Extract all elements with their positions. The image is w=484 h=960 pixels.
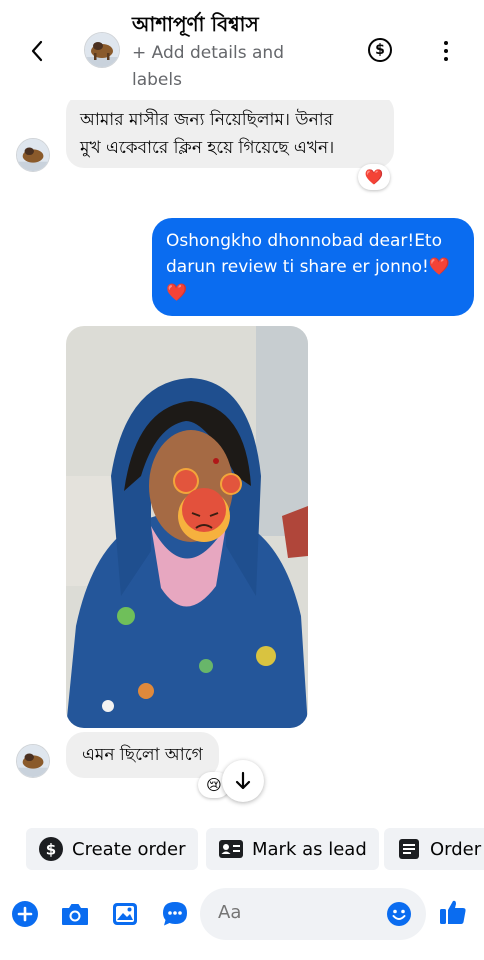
more-options-button[interactable] [436, 38, 456, 64]
avatar-image-icon [17, 745, 49, 777]
dollar-circle-icon: $ [38, 836, 64, 862]
gallery-icon[interactable] [110, 899, 140, 929]
outgoing-message[interactable]: Oshongkho dhonnobad dear!Eto darun revie… [152, 218, 474, 316]
arrow-down-icon [235, 771, 251, 790]
message-line: আমার মাসীর জন্য নিয়েছিলাম। উনার [80, 110, 334, 130]
contact-name[interactable]: আশাপূর্ণা বিশ্বাস [132, 10, 259, 43]
message-thread[interactable]: আমার মাসীর জন্য নিয়েছিলাম। উনার মুখ একে… [0, 100, 484, 820]
message-line: মুখ একেবারে ক্লিন হয়ে গিয়েছে এখন। [80, 138, 335, 158]
photo-image [66, 326, 308, 728]
incoming-message[interactable]: এমন ছিলো আগে [66, 732, 219, 778]
order-button[interactable]: Order [384, 828, 484, 870]
back-button[interactable] [22, 36, 52, 66]
message-input[interactable] [218, 902, 378, 923]
dollar-icon[interactable]: $ [368, 38, 392, 62]
avatar-image-icon [17, 139, 49, 171]
more-vertical-icon [444, 41, 448, 45]
message-input-container[interactable] [200, 888, 426, 940]
add-details-link[interactable]: + Add details and labels [132, 40, 307, 94]
incoming-message[interactable]: আমার মাসীর জন্য নিয়েছিলাম। উনার মুখ একে… [66, 100, 394, 168]
quick-actions-bar: $ Create order Mark as lead Order [0, 828, 484, 872]
photo-message[interactable] [66, 326, 308, 728]
avatar-image-icon [85, 33, 119, 67]
mark-as-lead-button[interactable]: Mark as lead [206, 828, 379, 870]
contact-avatar[interactable] [84, 32, 120, 68]
camera-icon[interactable] [60, 899, 90, 929]
chat-bubble-icon[interactable] [160, 899, 190, 929]
heart-reaction[interactable]: ❤️ [358, 164, 390, 190]
chip-label: Create order [72, 838, 186, 860]
chip-label: Mark as lead [252, 838, 367, 860]
thumbs-up-icon[interactable] [438, 897, 468, 927]
scroll-to-bottom-button[interactable] [222, 760, 264, 802]
create-order-button[interactable]: $ Create order [26, 828, 198, 870]
sender-avatar[interactable] [16, 138, 50, 172]
contact-card-icon [218, 836, 244, 862]
receipt-icon [396, 836, 422, 862]
chat-header: আশাপূর্ণা বিশ্বাস + Add details and labe… [0, 0, 484, 100]
chip-label: Order [430, 838, 482, 860]
svg-text:$: $ [46, 841, 56, 859]
plus-icon[interactable] [10, 899, 40, 929]
back-arrow-icon [31, 40, 43, 62]
emoji-icon[interactable] [386, 901, 412, 927]
message-composer [0, 884, 484, 946]
sender-avatar[interactable] [16, 744, 50, 778]
